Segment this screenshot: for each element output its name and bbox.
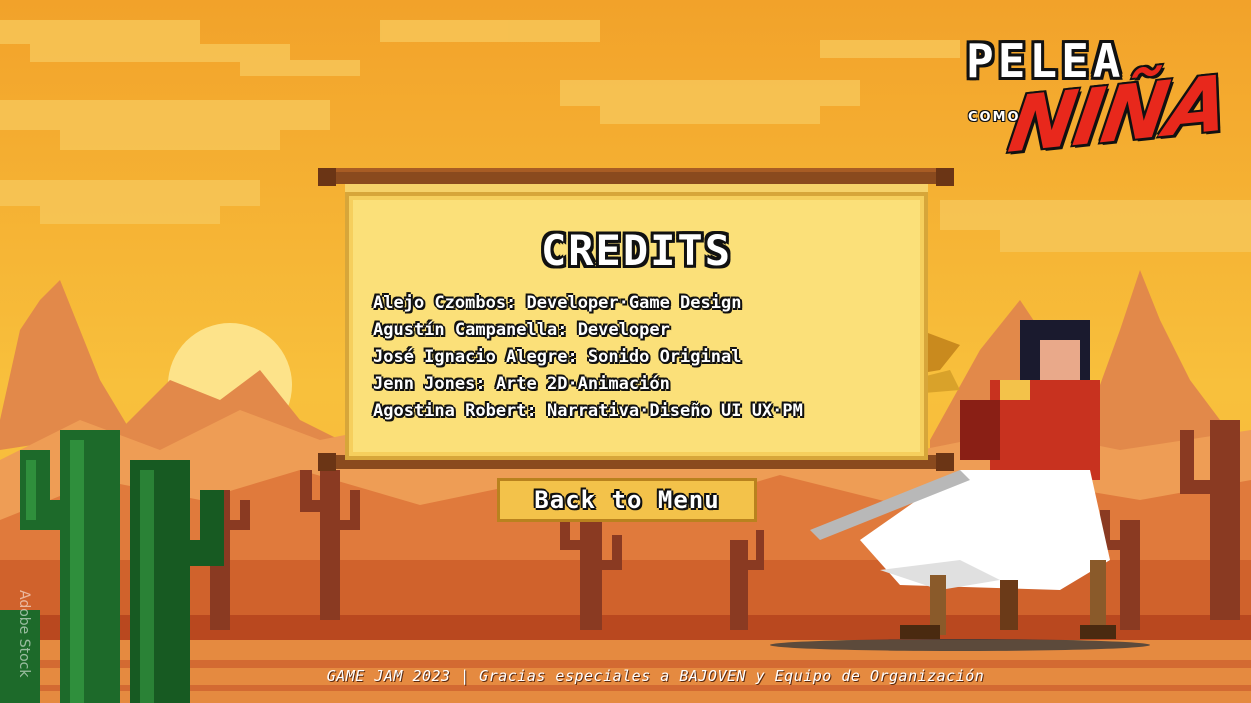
credit-entry: José Ignacio Alegre: Sonido Original xyxy=(373,347,742,367)
credits-panel: CREDITS Alejo Czombos: Developer·Game De… xyxy=(345,192,928,460)
credits-list: Alejo Czombos: Developer·Game Design Agu… xyxy=(373,290,803,425)
credits-title: CREDITS xyxy=(540,226,732,275)
footer-thanks: GAME JAM 2023 | Gracias especiales a BAJ… xyxy=(326,667,985,685)
credit-entry: Agustín Campanella: Developer xyxy=(373,320,670,340)
credit-entry: Jenn Jones: Arte 2D·Animación xyxy=(373,374,670,394)
logo-word-como: COMO xyxy=(968,110,1021,125)
stock-watermark: Adobe Stock xyxy=(16,590,32,678)
credit-entry: Alejo Czombos: Developer·Game Design xyxy=(373,293,742,313)
back-to-menu-button[interactable]: Back to Menu xyxy=(497,478,757,522)
credit-entry: Agostina Robert: Narrativa·Diseño UI UX·… xyxy=(373,401,803,421)
game-logo: PELEA NIÑA COMO xyxy=(962,30,1233,171)
